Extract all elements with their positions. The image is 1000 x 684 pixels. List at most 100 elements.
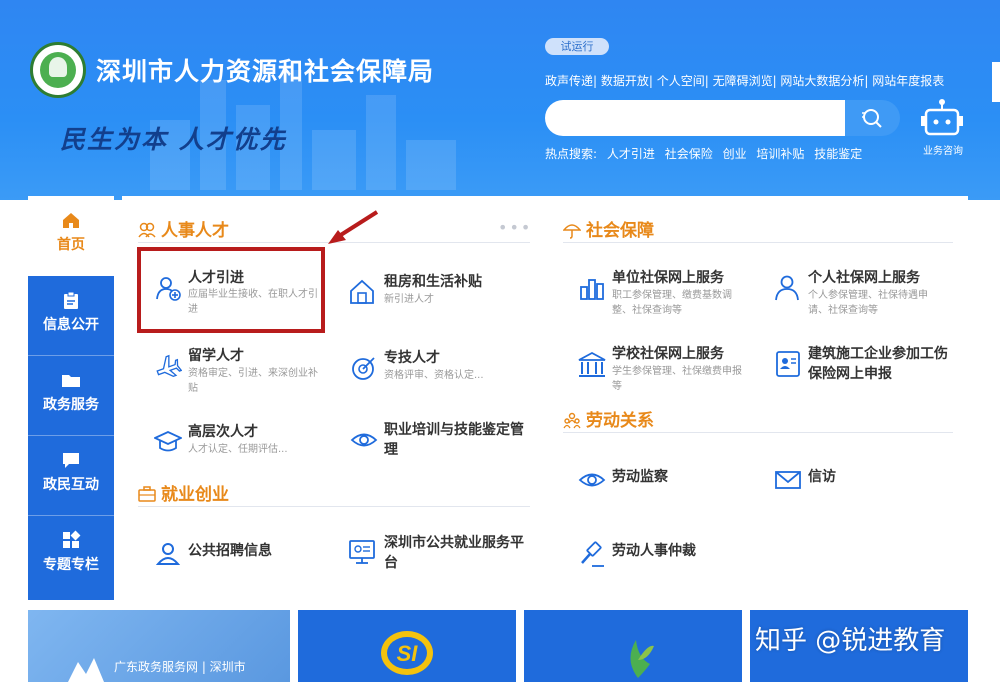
airplane-icon [156,354,182,378]
service-title: 学校社保网上服务 [612,346,724,362]
service-desc: 个人参保管理、社保待遇申请、社保查询等 [808,290,928,316]
section-title-social-security: 社会保障 [563,216,654,241]
chat-icon [63,453,79,468]
hot-term[interactable]: 人才引进 [607,147,655,161]
nav-item-interaction[interactable]: 政民互动 [28,436,114,516]
eye-icon [350,433,378,447]
search-input[interactable] [545,100,845,136]
skyline-building [406,140,456,190]
section-label: 人事人才 [161,221,229,241]
person-icon [155,543,181,565]
leaf-logo-icon [630,640,654,678]
hot-term[interactable]: 培训补贴 [756,147,804,161]
service-desc: 人才认定、任期评估... [188,444,288,455]
si-logo-icon: SI [381,631,433,675]
watermark: 知乎 @锐进教育 [755,626,946,656]
user-icon [775,275,799,301]
trial-badge: 试运行 [545,38,609,55]
nav-item-topics[interactable]: 专题专栏 [28,516,114,600]
eye-icon [578,473,606,487]
hot-term[interactable]: 社会保险 [665,147,713,161]
house-icon [350,279,374,304]
service-title: 留学人才 [188,348,244,364]
grid-icon [63,530,81,548]
umbrella-icon [563,224,581,239]
clipboard-icon [64,291,78,309]
nav-item-services[interactable]: 政务服务 [28,356,114,436]
envelope-icon [775,471,801,489]
page: 深圳市人力资源和社会保障局 民生为本 人才优先 试运行 政声传递| 数据开放| … [0,0,1000,682]
highlight-box [137,247,325,333]
section-title-talent: 人事人才 [138,216,229,241]
section-label: 劳动关系 [586,411,654,431]
gavel-icon [581,541,604,567]
service-title: 劳动人事仲裁 [612,543,696,559]
service-title: 个人社保网上服务 [808,270,920,286]
gov-logo-icon [68,658,104,682]
section-label: 社会保障 [586,221,654,241]
service-title: 专技人才 [384,350,440,366]
hot-term[interactable]: 技能鉴定 [814,147,862,161]
top-links[interactable]: 政声传递| 数据开放| 个人空间| 无障碍浏览| 网站大数据分析| 网站年度报表 [545,72,944,89]
bureau-logo[interactable] [30,42,86,98]
section-title-employment: 就业创业 [138,480,229,505]
building-chart-icon [580,279,604,300]
section-label: 就业创业 [161,485,229,505]
monitor-icon [349,540,375,564]
service-title: 高层次人才 [188,424,258,440]
search-button[interactable] [845,100,900,136]
nav-label: 首页 [57,237,85,253]
id-card-icon [776,351,800,377]
divider [563,242,953,243]
divider [138,506,530,507]
site-header: 深圳市人力资源和社会保障局 民生为本 人才优先 试运行 政声传递| 数据开放| … [0,0,1000,200]
search-icon [862,109,882,128]
service-title: 建筑施工企业参加工伤保险网上申报 [808,346,948,382]
nav-item-home[interactable]: 首页 [28,196,114,276]
hot-search-label: 热点搜索: [545,147,598,161]
people-icon [138,222,156,238]
service-title: 职业培训与技能鉴定管理 [384,422,524,458]
service-desc: 新引进人才 [384,294,434,305]
arrow-icon [328,210,379,244]
service-desc: 资格审定、引进、来深创业补贴 [188,368,318,394]
hot-search: 热点搜索: 人才引进 社会保险 创业 培训补贴 技能鉴定 [545,145,868,162]
folder-icon [62,375,80,387]
si-logo-text: SI [397,641,419,666]
section-title-labor-relations: 劳动关系 [563,406,654,431]
tree-icon [49,57,67,77]
site-title[interactable]: 深圳市人力资源和社会保障局 [96,52,434,88]
robot-label[interactable]: 业务咨询 [912,142,974,157]
service-title: 信访 [808,469,836,485]
service-title: 劳动监察 [612,469,668,485]
robot-icon[interactable] [918,98,966,142]
service-title: 深圳市公共就业服务平台 [384,535,524,571]
service-title: 租房和生活补贴 [384,274,482,290]
hot-term[interactable]: 创业 [723,147,747,161]
service-title: 公共招聘信息 [188,543,272,559]
skyline-building [366,95,396,190]
nav-label: 专题专栏 [43,557,99,573]
nav-item-info[interactable]: 信息公开 [28,276,114,356]
service-desc: 职工参保管理、缴费基数调整、社保查询等 [612,290,732,316]
nav-label: 政民互动 [43,477,99,493]
school-icon [578,351,606,377]
people-group-icon [563,412,581,429]
tile-service-app[interactable] [524,610,742,682]
target-icon [352,357,375,380]
service-desc: 资格评审、资格认定... [384,370,484,381]
tile-label: 广东政务服务网 | 深圳市 [114,660,246,674]
service-desc: 学生参保管理、社保缴费申报等 [612,366,742,392]
tile-social-insurance[interactable]: SI [298,610,516,682]
site-slogan: 民生为本 人才优先 [60,125,287,154]
side-nav: 首页 信息公开 政务服务 政民互动 专题专栏 [28,196,114,600]
nav-label: 政务服务 [43,397,99,413]
nav-label: 信息公开 [43,317,99,333]
divider [563,432,953,433]
briefcase-icon [138,486,156,502]
more-button[interactable]: ••• [498,218,532,237]
service-title: 单位社保网上服务 [612,270,724,286]
page-edge [992,62,1000,102]
graduation-cap-icon [154,431,182,452]
skyline-building [312,130,356,190]
